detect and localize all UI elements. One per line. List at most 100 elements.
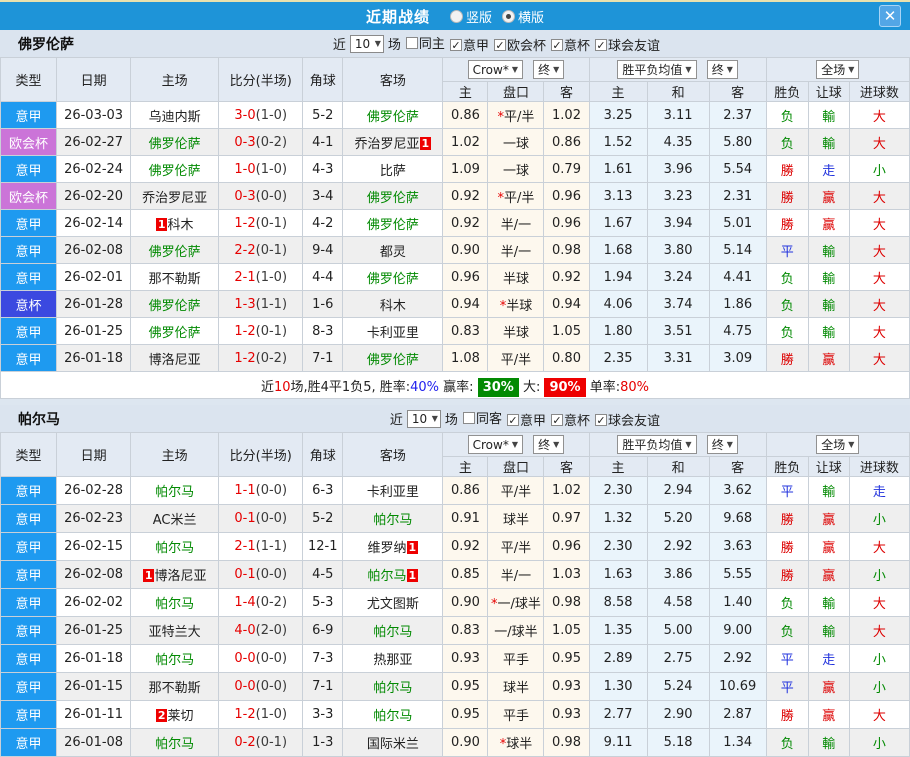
- avg-draw-cell: 5.00: [647, 617, 709, 645]
- home-odds-cell: 0.90: [443, 589, 488, 617]
- avg-stage-select[interactable]: 终▼: [707, 60, 738, 79]
- checkbox-icon[interactable]: ✓: [507, 414, 519, 426]
- avg-draw-cell: 4.35: [647, 129, 709, 156]
- result-value: 平: [781, 485, 794, 500]
- handicap-cell: 半/一: [488, 237, 544, 264]
- wdl-result-cell: 负: [766, 589, 808, 617]
- checkbox-icon[interactable]: [406, 37, 418, 49]
- sub-header-goals: 进球数: [849, 82, 909, 102]
- match-date-cell: 26-01-08: [57, 729, 131, 757]
- odds-group-header: Crow*▼ 终▼: [443, 58, 589, 82]
- col-header-date: 日期: [57, 433, 131, 477]
- match-row: 意甲26-01-18帕尔马0-0(0-0)7-3热那亚0.93平手0.952.8…: [1, 645, 910, 673]
- avg-type-select[interactable]: 胜平负均值▼: [617, 435, 696, 454]
- away-odds-cell: 1.02: [544, 102, 589, 129]
- handicap-result-cell: 赢: [808, 345, 849, 372]
- odds-stage-value: 终: [538, 436, 550, 453]
- match-count-value: 10: [355, 37, 370, 51]
- avg-draw-cell: 2.75: [647, 645, 709, 673]
- goals-result-cell: 大: [849, 589, 909, 617]
- avg-stage-select[interactable]: 终▼: [707, 435, 738, 454]
- fulltime-score: 1-1: [234, 483, 255, 498]
- fulltime-score: 1-2: [234, 707, 255, 722]
- match-date-cell: 26-02-28: [57, 477, 131, 505]
- chevron-down-icon: ▼: [432, 414, 438, 423]
- period-select[interactable]: 全场▼: [816, 435, 859, 454]
- odds-stage-select[interactable]: 终▼: [533, 60, 564, 79]
- filter-checkbox-欧会杯[interactable]: ✓欧会杯: [494, 35, 546, 54]
- match-row: 意甲26-02-01那不勒斯2-1(1-0)4-4佛罗伦萨0.96半球0.921…: [1, 264, 910, 291]
- summary-part: 80%: [620, 380, 649, 395]
- wdl-result-cell: 负: [766, 318, 808, 345]
- avg-type-select[interactable]: 胜平负均值▼: [617, 60, 696, 79]
- summary-part: 90%: [544, 378, 585, 397]
- avg-home-cell: 1.68: [589, 237, 647, 264]
- sub-header-avg-draw: 和: [647, 457, 709, 477]
- handicap-result-cell: 輸: [808, 129, 849, 156]
- league-type-cell: 意甲: [1, 673, 57, 701]
- away-team-name: 帕尔马: [368, 569, 407, 584]
- sub-header-odds-away: 客: [544, 82, 589, 102]
- result-value: 负: [781, 737, 794, 752]
- odds-stage-select[interactable]: 终▼: [533, 435, 564, 454]
- close-icon[interactable]: ✕: [879, 5, 901, 27]
- filter-checkbox-意甲[interactable]: ✓意甲: [450, 35, 489, 54]
- league-type-cell: 意甲: [1, 477, 57, 505]
- sub-header-wdl: 胜负: [766, 457, 808, 477]
- checkbox-icon[interactable]: ✓: [595, 414, 607, 426]
- fulltime-score: 1-4: [234, 595, 255, 610]
- avg-draw-cell: 3.24: [647, 264, 709, 291]
- period-select[interactable]: 全场▼: [816, 60, 859, 79]
- sub-header-avg-away: 客: [709, 82, 766, 102]
- checkbox-icon[interactable]: ✓: [494, 39, 506, 51]
- match-count-select[interactable]: 10 ▼: [350, 35, 384, 53]
- filter-checkbox-球会友谊[interactable]: ✓球会友谊: [595, 410, 660, 429]
- checkbox-icon[interactable]: ✓: [551, 414, 563, 426]
- away-team-name: 卡利亚里: [367, 485, 419, 500]
- home-odds-cell: 0.94: [443, 291, 488, 318]
- halftime-score: (0-1): [256, 216, 287, 231]
- goals-result-cell: 大: [849, 345, 909, 372]
- checkbox-icon[interactable]: [463, 412, 475, 424]
- away-team-name: 帕尔马: [373, 513, 412, 528]
- filter-checkbox-同客[interactable]: 同客: [463, 408, 502, 427]
- checkbox-icon[interactable]: ✓: [595, 39, 607, 51]
- league-type-cell: 意甲: [1, 617, 57, 645]
- match-count-select[interactable]: 10 ▼: [407, 410, 441, 428]
- checkbox-icon[interactable]: ✓: [450, 39, 462, 51]
- handicap-cell: 平/半: [488, 477, 544, 505]
- bookmaker-select[interactable]: Crow*▼: [468, 435, 523, 454]
- summary-part: 30%: [478, 378, 519, 397]
- match-date-cell: 26-01-28: [57, 291, 131, 318]
- checkbox-icon[interactable]: ✓: [551, 39, 563, 51]
- filter-checkbox-意杯[interactable]: ✓意杯: [551, 410, 590, 429]
- handicap-cell: 平手: [488, 645, 544, 673]
- radio-vertical-mode[interactable]: [450, 10, 463, 23]
- wdl-result-cell: 负: [766, 291, 808, 318]
- result-value: 负: [781, 272, 794, 287]
- col-header-date: 日期: [57, 58, 131, 102]
- avg-away-cell: 1.34: [709, 729, 766, 757]
- filter-checkbox-球会友谊[interactable]: ✓球会友谊: [595, 35, 660, 54]
- avg-home-cell: 4.06: [589, 291, 647, 318]
- filter-checkbox-意杯[interactable]: ✓意杯: [551, 35, 590, 54]
- avg-away-cell: 5.55: [709, 561, 766, 589]
- bookmaker-select[interactable]: Crow*▼: [468, 60, 523, 79]
- home-team-name: 那不勒斯: [149, 272, 201, 287]
- away-odds-cell: 0.93: [544, 673, 589, 701]
- result-value: 大: [873, 541, 886, 556]
- filter-checkbox-意甲[interactable]: ✓意甲: [507, 410, 546, 429]
- away-team-name: 佛罗伦萨: [367, 110, 419, 125]
- avg-away-cell: 9.00: [709, 617, 766, 645]
- radio-vertical-label[interactable]: 竖版: [466, 7, 492, 26]
- wdl-result-cell: 勝: [766, 345, 808, 372]
- radio-horizontal-label[interactable]: 横版: [518, 7, 544, 26]
- score-cell: 0-0(0-0): [219, 645, 303, 673]
- radio-horizontal-mode[interactable]: [502, 10, 515, 23]
- fulltime-score: 0-1: [234, 567, 255, 582]
- home-team-cell: 帕尔马: [131, 533, 219, 561]
- avg-draw-cell: 3.96: [647, 156, 709, 183]
- filter-checkbox-同主[interactable]: 同主: [406, 33, 445, 52]
- away-odds-cell: 0.96: [544, 533, 589, 561]
- goals-result-cell: 小: [849, 505, 909, 533]
